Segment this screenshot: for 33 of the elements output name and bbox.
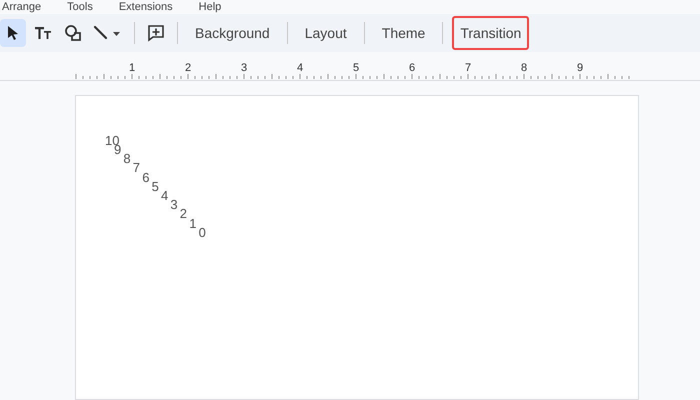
menu-item[interactable]: Arrange — [2, 0, 42, 14]
menu-button[interactable]: Theme — [374, 16, 434, 50]
menu-button[interactable]: Background — [187, 16, 278, 50]
number-label: 2 — [180, 207, 188, 220]
menu-item[interactable]: Tools — [67, 0, 93, 14]
ruler-number: 2 — [184, 62, 192, 74]
cursor-icon — [6, 25, 20, 41]
ruler-number: 7 — [464, 62, 472, 74]
number-label: 8 — [123, 152, 131, 166]
number-label: 5 — [152, 180, 159, 193]
ruler-number: 8 — [520, 62, 528, 74]
ruler-number: 5 — [352, 62, 360, 74]
text-icon — [34, 26, 52, 40]
ruler-number: 9 — [576, 62, 584, 74]
ruler-number: 3 — [240, 62, 248, 74]
number-label: 10 — [105, 134, 120, 147]
select-tool-button[interactable] — [0, 19, 26, 47]
menu-item[interactable]: Help — [198, 0, 222, 14]
number-label: 0 — [198, 226, 206, 239]
ruler-number: 1 — [128, 62, 136, 74]
number-label: 1 — [189, 216, 196, 230]
add-comment-icon — [147, 24, 165, 42]
shapes-icon — [64, 24, 82, 42]
ruler-number: 6 — [408, 62, 416, 74]
number-label: 7 — [132, 161, 140, 174]
menu-button[interactable]: Layout — [296, 16, 355, 50]
menu-button[interactable]: Transition — [452, 16, 530, 50]
ruler-number: 4 — [296, 62, 304, 74]
line-icon — [93, 25, 123, 41]
number-label: 4 — [161, 189, 168, 202]
number-label: 3 — [170, 198, 178, 212]
number-label: 6 — [142, 170, 150, 184]
menu-item[interactable]: Extensions — [118, 0, 173, 14]
